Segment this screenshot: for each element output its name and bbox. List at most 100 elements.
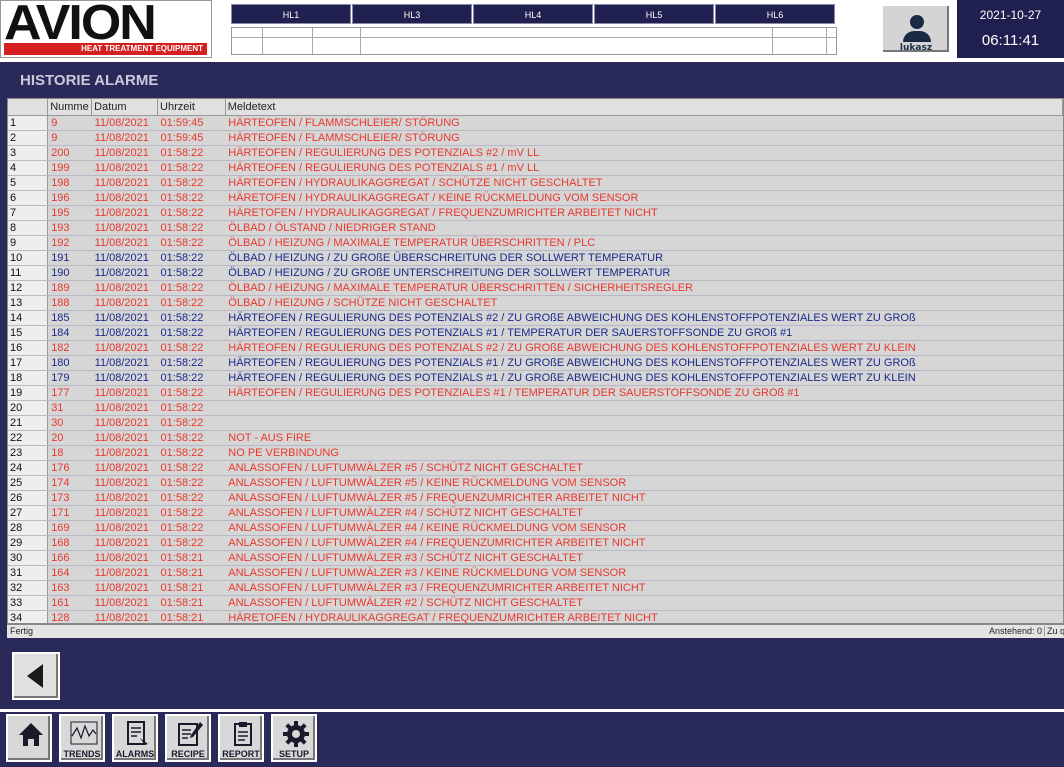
table-row[interactable]: 27 171 11/08/2021 01:58:22 ANLASSOFEN / LUFT… [8,505,1063,521]
tab-hl1[interactable]: HL1 [231,4,351,24]
alarm-date-cell: 11/08/2021 [91,295,158,311]
alarm-number-cell: 182 [47,340,92,356]
table-row[interactable]: 22 20 11/08/2021 01:58:22 NOT - AUS FIRE [8,430,1063,446]
alarm-message-cell: HÄRTEOFEN / REGULIERUNG DES POTENZIALS #… [225,325,1063,341]
user-icon [910,15,924,29]
page-title: HISTORIE ALARME [20,72,159,89]
table-row[interactable]: 33 161 11/08/2021 01:58:21 ANLASSOFEN / LUFT… [8,595,1063,611]
alarm-time-cell: 01:58:22 [157,505,226,521]
table-row[interactable]: 32 163 11/08/2021 01:58:21 ANLASSOFEN / LUFT… [8,580,1063,596]
table-row[interactable]: 34 128 11/08/2021 01:58:21 HÄRETOFEN / HYDRA… [8,610,1063,623]
alarm-number-cell: 30 [47,415,92,431]
alarm-message-cell: HÄRTEOFEN / REGULIERUNG DES POTENZIALS #… [225,370,1063,386]
alarm-number-cell: 189 [47,280,92,296]
bottom-nav-bar [0,709,1064,767]
tab-hl5[interactable]: HL5 [594,4,714,24]
row-index-cell: 4 [8,160,49,176]
alarm-date-cell: 11/08/2021 [91,130,158,146]
table-row[interactable]: 12 189 11/08/2021 01:58:22 ÖLBAD / HEIZUNG /… [8,280,1063,296]
pending-count: Anstehend: 0 [988,626,1042,636]
row-index-cell: 14 [8,310,49,326]
table-row[interactable]: 17 180 11/08/2021 01:58:22 HÄRTEOFEN / REGUL… [8,355,1063,371]
row-index-cell: 25 [8,475,49,491]
alarm-time-cell: 01:58:22 [157,415,226,431]
table-row[interactable]: 31 164 11/08/2021 01:58:21 ANLASSOFEN / LUFT… [8,565,1063,581]
row-index-cell: 27 [8,505,49,521]
table-row[interactable]: 6 196 11/08/2021 01:58:22 HÄRETOFEN / HYDRAU… [8,190,1063,206]
alarm-message-cell: ÖLBAD / HEIZUNG / ZU GROßE ÜBERSCHREITUN… [225,250,1063,266]
table-row[interactable]: 14 185 11/08/2021 01:58:22 HÄRTEOFEN / REGUL… [8,310,1063,326]
alarm-time-cell: 01:58:22 [157,250,226,266]
trends-button[interactable]: TRENDS [59,714,105,762]
alarm-time-cell: 01:58:22 [157,460,226,476]
table-row[interactable]: 10 191 11/08/2021 01:58:22 ÖLBAD / HEIZUNG /… [8,250,1063,266]
table-row[interactable]: 13 188 11/08/2021 01:58:22 ÖLBAD / HEIZUNG /… [8,295,1063,311]
alarm-date-cell: 11/08/2021 [91,490,158,506]
table-row[interactable]: 29 168 11/08/2021 01:58:22 ANLASSOFEN / LUFT… [8,535,1063,551]
row-index-cell: 21 [8,415,49,431]
row-index-cell: 9 [8,235,49,251]
table-row[interactable]: 25 174 11/08/2021 01:58:22 ANLASSOFEN / LUFT… [8,475,1063,491]
alarm-number-cell: 191 [47,250,92,266]
table-row[interactable]: 23 18 11/08/2021 01:58:22 NO PE VERBINDUNG [8,445,1063,461]
setup-button[interactable]: SETUP [271,714,317,762]
recipe-button[interactable]: RECIPE [165,714,211,762]
back-button[interactable] [12,652,60,700]
alarm-number-cell: 193 [47,220,92,236]
alarm-number-cell: 196 [47,190,92,206]
table-row[interactable]: 7 195 11/08/2021 01:58:22 HÄRETOFEN / HYDRAU… [8,205,1063,221]
alarm-date-cell: 11/08/2021 [91,250,158,266]
alarm-date-cell: 11/08/2021 [91,400,158,416]
table-row[interactable]: 18 179 11/08/2021 01:58:22 HÄRTEOFEN / REGUL… [8,370,1063,386]
alarm-date-cell: 11/08/2021 [91,190,158,206]
user-button[interactable]: lukasz [881,4,951,54]
table-row[interactable]: 24 176 11/08/2021 01:58:22 ANLASSOFEN / LUFT… [8,460,1063,476]
alarm-date-cell: 11/08/2021 [91,355,158,371]
report-icon [234,722,252,746]
column-header-time[interactable]: Uhrzeit [157,99,226,116]
table-row[interactable]: 5 198 11/08/2021 01:58:22 HÄRTEOFEN / HYDRAU… [8,175,1063,191]
column-header-number[interactable]: Numme [47,99,93,116]
column-header-index[interactable] [8,99,49,116]
status-extra: Zu qu [1044,626,1064,636]
row-index-cell: 2 [8,130,49,146]
alarm-time-cell: 01:58:22 [157,190,226,206]
home-button[interactable] [6,714,52,762]
table-row[interactable]: 28 169 11/08/2021 01:58:22 ANLASSOFEN / LUFT… [8,520,1063,536]
alarms-button[interactable]: ALARMS [112,714,158,762]
report-button[interactable]: REPORT [218,714,264,762]
alarm-time-cell: 01:58:22 [157,325,226,341]
alarm-date-cell: 11/08/2021 [91,325,158,341]
tab-hl3[interactable]: HL3 [352,4,472,24]
alarm-message-cell: HÄRETOFEN / HYDRAULIKAGGREGAT / FREQUENZ… [225,610,1063,623]
row-index-cell: 34 [8,610,49,623]
column-header-date[interactable]: Datum [91,99,159,116]
table-row[interactable]: 3 200 11/08/2021 01:58:22 HÄRTEOFEN / REGULI… [8,145,1063,161]
alarm-history-table[interactable]: Numme Datum Uhrzeit Meldetext 1 9 11/08/20… [7,98,1064,624]
alarm-time-cell: 01:58:22 [157,175,226,191]
tab-hl6[interactable]: HL6 [715,4,835,24]
alarm-time-cell: 01:58:22 [157,145,226,161]
table-row[interactable]: 1 9 11/08/2021 01:59:45 HÄRTEOFEN / FLAMMSCH… [8,115,1063,131]
table-row[interactable]: 21 30 11/08/2021 01:58:22 [8,415,1063,431]
alarm-number-cell: 164 [47,565,92,581]
gear-icon [283,721,309,747]
table-row[interactable]: 15 184 11/08/2021 01:58:22 HÄRTEOFEN / REGUL… [8,325,1063,341]
alarm-date-cell: 11/08/2021 [91,520,158,536]
alarm-number-cell: 180 [47,355,92,371]
alarm-time-cell: 01:58:22 [157,385,226,401]
table-row[interactable]: 11 190 11/08/2021 01:58:22 ÖLBAD / HEIZUNG /… [8,265,1063,281]
table-row[interactable]: 20 31 11/08/2021 01:58:22 [8,400,1063,416]
column-header-message[interactable]: Meldetext [225,99,1063,116]
table-row[interactable]: 26 173 11/08/2021 01:58:22 ANLASSOFEN / LUFT… [8,490,1063,506]
table-row[interactable]: 30 166 11/08/2021 01:58:21 ANLASSOFEN / LUFT… [8,550,1063,566]
table-row[interactable]: 19 177 11/08/2021 01:58:22 HÄRTEOFEN / REGUL… [8,385,1063,401]
table-row[interactable]: 16 182 11/08/2021 01:58:22 HÄRTEOFEN / REGUL… [8,340,1063,356]
table-row[interactable]: 9 192 11/08/2021 01:58:22 ÖLBAD / HEIZUNG / … [8,235,1063,251]
tab-hl4[interactable]: HL4 [473,4,593,24]
table-row[interactable]: 4 199 11/08/2021 01:58:22 HÄRTEOFEN / REGULI… [8,160,1063,176]
table-row[interactable]: 8 193 11/08/2021 01:58:22 ÖLBAD / ÖLSTAND / … [8,220,1063,236]
setup-label: SETUP [278,749,309,759]
row-index-cell: 5 [8,175,49,191]
table-row[interactable]: 2 9 11/08/2021 01:59:45 HÄRTEOFEN / FLAMMSCH… [8,130,1063,146]
